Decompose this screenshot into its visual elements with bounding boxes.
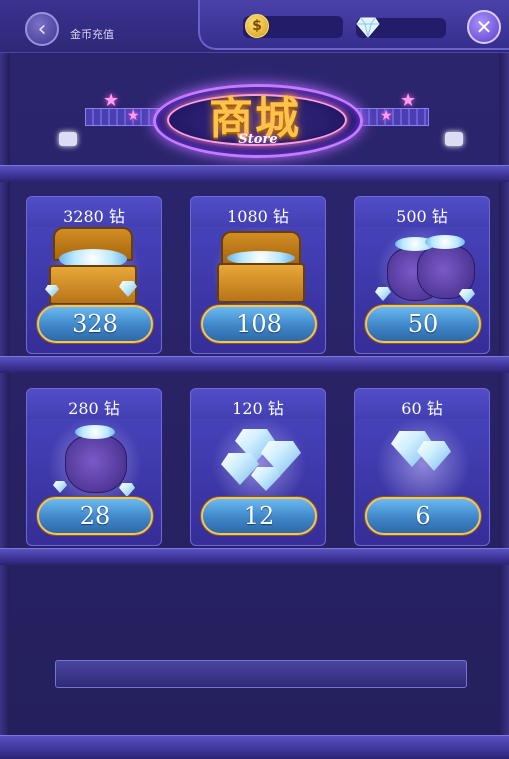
diamond-amount: 120 钻 <box>232 399 284 418</box>
diamond-amount: 1080 钻 <box>227 207 289 226</box>
product-card[interactable]: 3280 钻 328 <box>26 196 162 354</box>
chest-body <box>217 263 305 303</box>
price-button[interactable]: 108 <box>201 305 317 343</box>
coin-icon: $ <box>245 14 269 38</box>
right-pillar <box>499 0 509 759</box>
shelf <box>0 356 509 373</box>
diamond-icon <box>356 17 380 38</box>
product-card[interactable]: 500 钻 50 <box>354 196 490 354</box>
store-sign: ★ ★ ★ ★ 商城 Store <box>45 60 465 170</box>
product-card[interactable]: 1080 钻 108 <box>190 196 326 354</box>
close-button[interactable]: ✕ <box>467 10 501 44</box>
price-button[interactable]: 328 <box>37 305 153 343</box>
spotlight-left-icon <box>59 132 77 146</box>
diamond-amount: 60 钻 <box>401 399 443 418</box>
treasure-chest-icon <box>45 227 141 305</box>
empty-shelf-glass <box>55 660 467 688</box>
diamond-amount: 280 钻 <box>68 399 120 418</box>
price-button[interactable]: 28 <box>37 497 153 535</box>
diamond-amount: 500 钻 <box>396 207 448 226</box>
shelf <box>0 165 509 182</box>
spotlight-right-icon <box>445 132 463 146</box>
price-button[interactable]: 50 <box>365 305 481 343</box>
chevron-left-icon: ‹ <box>37 16 47 42</box>
left-pillar <box>0 0 10 759</box>
gem-pile <box>425 235 465 249</box>
gem-pile <box>75 425 115 439</box>
shelf <box>0 548 509 565</box>
star-icon: ★ <box>103 90 120 111</box>
product-card[interactable]: 60 钻 6 <box>354 388 490 546</box>
star-icon: ★ <box>400 90 417 111</box>
star-icon: ★ <box>380 108 393 124</box>
product-card[interactable]: 120 钻 12 <box>190 388 326 546</box>
product-card[interactable]: 280 钻 28 <box>26 388 162 546</box>
shelf <box>0 735 509 759</box>
price-button[interactable]: 12 <box>201 497 317 535</box>
price-button[interactable]: 6 <box>365 497 481 535</box>
close-icon: ✕ <box>475 15 493 39</box>
sign-subtitle: Store <box>238 132 278 147</box>
star-icon: ★ <box>127 108 140 124</box>
page-title: 金币充值 <box>70 28 114 41</box>
treasure-chest-icon <box>217 231 305 303</box>
back-button[interactable]: ‹ <box>25 12 59 46</box>
diamond-amount: 3280 钻 <box>63 207 125 226</box>
diamond-bag-icon <box>65 435 127 493</box>
